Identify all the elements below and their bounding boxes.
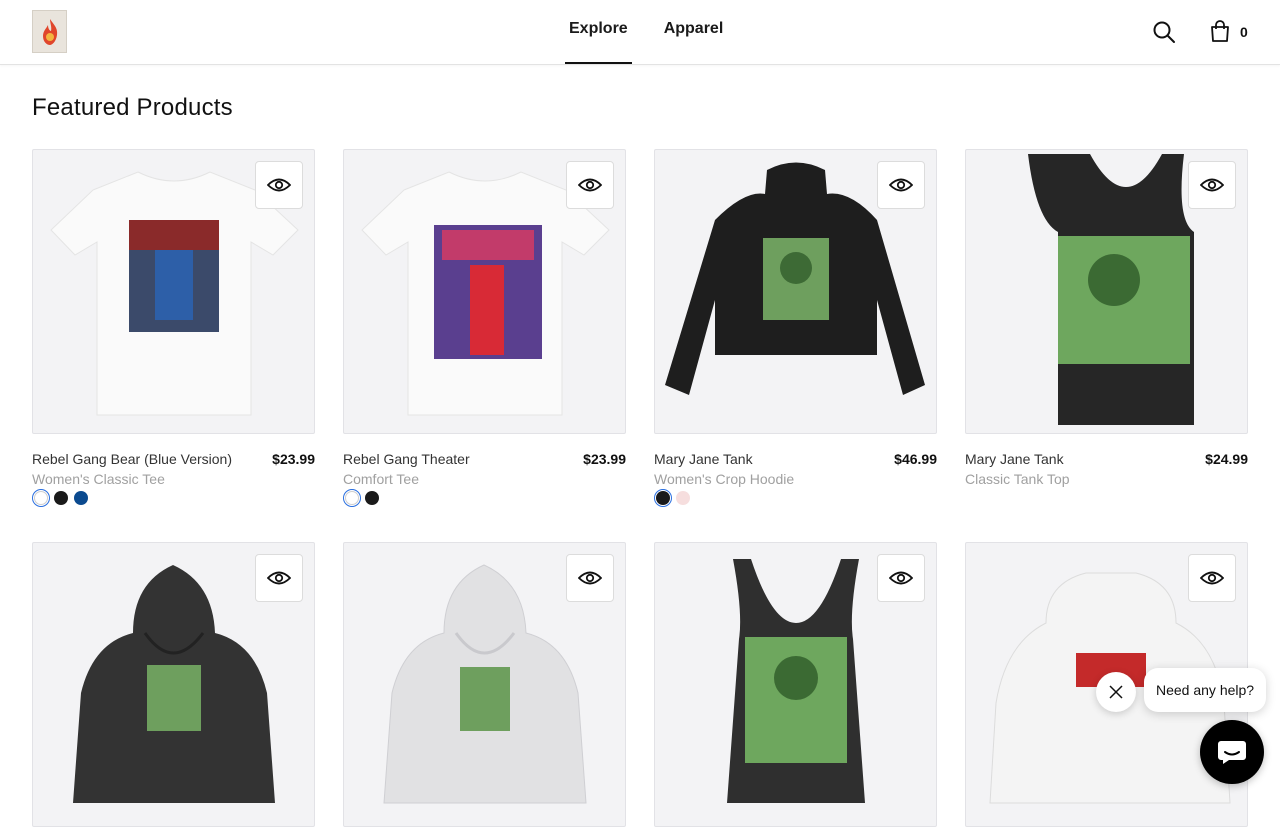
product-image[interactable] xyxy=(965,149,1248,434)
product-card[interactable]: Rebel Gang Theater $23.99 Comfort Tee xyxy=(343,149,626,511)
color-swatches xyxy=(654,489,690,507)
product-info: Rebel Gang Bear (Blue Version) $23.99 Wome… xyxy=(32,451,315,511)
shopping-bag-icon[interactable] xyxy=(1208,19,1232,43)
product-card[interactable] xyxy=(343,542,626,827)
product-price: $23.99 xyxy=(272,451,315,467)
eye-icon xyxy=(1200,571,1224,585)
nav-explore[interactable]: Explore xyxy=(565,0,632,64)
eye-icon xyxy=(267,571,291,585)
flame-logo-icon xyxy=(42,18,57,45)
product-image[interactable] xyxy=(654,542,937,827)
color-swatch[interactable] xyxy=(365,491,379,505)
eye-icon xyxy=(578,571,602,585)
chat-icon xyxy=(1218,741,1246,764)
product-image[interactable] xyxy=(32,542,315,827)
quick-view-button[interactable] xyxy=(877,161,925,209)
product-image[interactable] xyxy=(654,149,937,434)
quick-view-button[interactable] xyxy=(255,554,303,602)
product-price: $23.99 xyxy=(583,451,626,467)
product-image[interactable] xyxy=(343,542,626,827)
cart-count: 0 xyxy=(1240,24,1248,40)
close-icon xyxy=(1109,685,1123,699)
main-nav: Explore Apparel xyxy=(565,0,755,64)
eye-icon xyxy=(578,178,602,192)
color-swatch[interactable] xyxy=(74,491,88,505)
eye-icon xyxy=(1200,178,1224,192)
eye-icon xyxy=(267,178,291,192)
color-swatch[interactable] xyxy=(32,489,50,507)
chat-button[interactable] xyxy=(1200,720,1264,784)
product-type: Classic Tank Top xyxy=(965,471,1070,487)
product-card[interactable] xyxy=(654,542,937,827)
flame-logo[interactable] xyxy=(32,10,67,53)
color-swatch[interactable] xyxy=(676,491,690,505)
product-image[interactable] xyxy=(32,149,315,434)
product-price: $24.99 xyxy=(1205,451,1248,467)
product-info: Mary Jane Tank $46.99 Women's Crop Hoodie xyxy=(654,451,937,511)
product-info: Mary Jane Tank $24.99 Classic Tank Top xyxy=(965,451,1248,511)
product-card[interactable]: Mary Jane Tank $24.99 Classic Tank Top xyxy=(965,149,1248,511)
product-card[interactable]: Mary Jane Tank $46.99 Women's Crop Hoodie xyxy=(654,149,937,511)
color-swatch[interactable] xyxy=(343,489,361,507)
quick-view-button[interactable] xyxy=(1188,554,1236,602)
product-name[interactable]: Rebel Gang Theater xyxy=(343,451,470,467)
quick-view-button[interactable] xyxy=(566,161,614,209)
color-swatch[interactable] xyxy=(54,491,68,505)
help-bubble[interactable]: Need any help? xyxy=(1144,668,1267,712)
product-type: Women's Classic Tee xyxy=(32,471,165,487)
color-swatches xyxy=(343,489,379,507)
product-info: Rebel Gang Theater $23.99 Comfort Tee xyxy=(343,451,626,511)
product-card[interactable]: Rebel Gang Bear (Blue Version) $23.99 Wome… xyxy=(32,149,315,511)
product-card[interactable] xyxy=(32,542,315,827)
color-swatch[interactable] xyxy=(654,489,672,507)
close-help-button[interactable] xyxy=(1096,672,1136,712)
eye-icon xyxy=(889,178,913,192)
color-swatches xyxy=(32,489,88,507)
quick-view-button[interactable] xyxy=(1188,161,1236,209)
product-name[interactable]: Mary Jane Tank xyxy=(654,451,753,467)
search-icon[interactable] xyxy=(1152,20,1176,44)
product-name[interactable]: Rebel Gang Bear (Blue Version) xyxy=(32,451,232,467)
quick-view-button[interactable] xyxy=(566,554,614,602)
product-type: Comfort Tee xyxy=(343,471,419,487)
product-image[interactable] xyxy=(343,149,626,434)
quick-view-button[interactable] xyxy=(877,554,925,602)
eye-icon xyxy=(889,571,913,585)
quick-view-button[interactable] xyxy=(255,161,303,209)
product-price: $46.99 xyxy=(894,451,937,467)
nav-apparel[interactable]: Apparel xyxy=(660,0,728,64)
product-type: Women's Crop Hoodie xyxy=(654,471,795,487)
page-title: Featured Products xyxy=(32,94,233,121)
product-name[interactable]: Mary Jane Tank xyxy=(965,451,1064,467)
site-header: Explore Apparel 0 xyxy=(0,0,1280,65)
